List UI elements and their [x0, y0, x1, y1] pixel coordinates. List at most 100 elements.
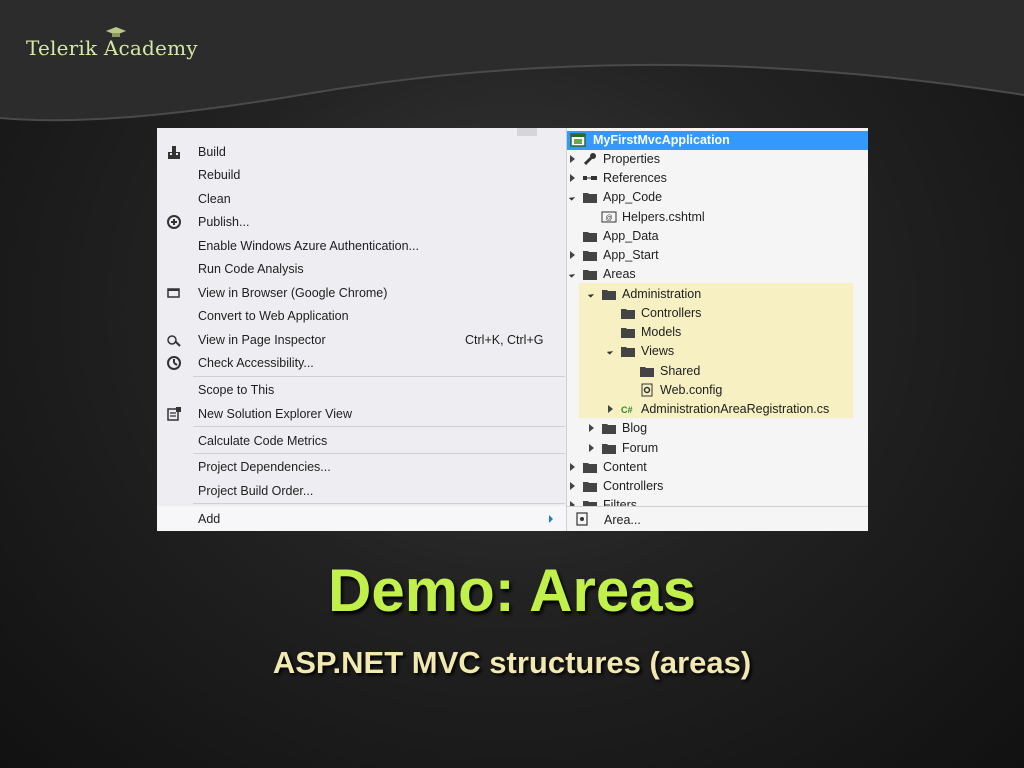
menu-item-scope-to-this[interactable]: Scope to This	[157, 379, 566, 401]
tree-node-label: Views	[641, 344, 675, 358]
add-submenu: Area...	[567, 506, 868, 531]
menu-item-label: Run Code Analysis	[198, 262, 304, 276]
menu-item-convert-web-app[interactable]: Convert to Web Application	[157, 305, 566, 327]
tree-node-label: Properties	[603, 152, 660, 166]
menu-item-project-build-order[interactable]: Project Build Order...	[157, 480, 566, 502]
folder-icon	[602, 424, 616, 434]
menu-item-shortcut: Ctrl+K, Ctrl+G	[465, 333, 544, 347]
menu-separator	[193, 426, 565, 427]
csharp-file-icon: C#	[621, 405, 633, 415]
expand-arrow-icon[interactable]	[570, 155, 575, 163]
tree-node-label: References	[603, 171, 667, 185]
page-inspector-icon	[167, 335, 181, 347]
menu-item-label: Add	[198, 512, 221, 526]
menu-item-label: Enable Windows Azure Authentication...	[198, 239, 419, 253]
expand-arrow-icon[interactable]	[589, 424, 594, 432]
menu-item-label: Calculate Code Metrics	[198, 434, 328, 448]
expand-arrow-icon[interactable]	[570, 251, 575, 259]
menu-item-rebuild[interactable]: Rebuild	[157, 164, 566, 186]
tree-node-label: Blog	[622, 421, 648, 435]
tree-node-label: App_Data	[603, 229, 659, 243]
menu-item-check-accessibility[interactable]: Check Accessibility...	[157, 352, 566, 374]
menu-item-label: View in Browser (Google Chrome)	[198, 286, 388, 300]
menu-separator	[193, 376, 565, 377]
publish-icon	[167, 215, 181, 229]
menu-item-label: Rebuild	[198, 168, 241, 182]
accessibility-icon	[167, 356, 181, 370]
tree-node-label: App_Code	[603, 190, 663, 204]
collapse-arrow-icon[interactable]	[568, 271, 576, 278]
slide-title: Demo: Areas	[328, 557, 696, 624]
menu-item-label: Convert to Web Application	[198, 309, 349, 323]
tree-node-label: Forum	[622, 441, 659, 455]
tree-node-label: Shared	[660, 364, 701, 378]
menu-top-bar	[517, 128, 537, 136]
menu-item-calculate-code-metrics[interactable]: Calculate Code Metrics	[157, 430, 566, 452]
context-menu: Build Rebuild Clean Publish... Enable Wi…	[157, 128, 567, 531]
tree-node-label: AdministrationAreaRegistration.cs	[641, 402, 830, 416]
menu-item-view-in-page-inspector[interactable]: View in Page Inspector Ctrl+K, Ctrl+G	[157, 329, 566, 351]
tree-node-label: Controllers	[641, 306, 702, 320]
tree-node-label: MyFirstMvcApplication	[593, 133, 730, 147]
folder-open-icon	[621, 347, 635, 357]
menu-item-label: Project Dependencies...	[198, 460, 331, 474]
folder-icon	[583, 482, 597, 492]
menu-separator	[193, 503, 565, 504]
config-file-icon	[641, 383, 653, 397]
expand-arrow-icon[interactable]	[589, 444, 594, 452]
references-icon	[583, 176, 597, 180]
slide-subtitle: ASP.NET MVC structures (areas)	[272, 645, 752, 680]
tree-node-label: Helpers.cshtml	[622, 210, 705, 224]
tree-node-label: Areas	[603, 267, 636, 281]
folder-icon	[621, 309, 635, 319]
menu-item-new-solution-explorer-view[interactable]: New Solution Explorer View	[157, 403, 566, 425]
expand-arrow-icon[interactable]	[608, 405, 613, 413]
menu-item-label: Check Accessibility...	[198, 356, 314, 370]
tree-node-label: Web.config	[660, 383, 723, 397]
razor-file-icon: @	[601, 211, 617, 223]
folder-open-icon	[583, 193, 597, 203]
browser-icon	[167, 288, 180, 298]
folder-open-icon	[583, 270, 597, 280]
folder-icon	[583, 232, 597, 242]
wrench-icon	[583, 153, 596, 166]
folder-icon	[640, 367, 654, 377]
menu-item-label: Clean	[198, 192, 231, 206]
menu-item-view-in-browser[interactable]: View in Browser (Google Chrome)	[157, 282, 566, 304]
tree-root-project[interactable]: MyFirstMvcApplication	[567, 131, 868, 150]
tree-node-label: App_Start	[603, 248, 659, 262]
telerik-academy-logo: Telerik Academy	[26, 27, 198, 60]
menu-item-run-code-analysis[interactable]: Run Code Analysis	[157, 258, 566, 280]
web-project-icon	[570, 133, 586, 147]
ide-screenshot: Build Rebuild Clean Publish... Enable Wi…	[157, 128, 868, 531]
menu-separator	[193, 453, 565, 454]
menu-item-clean[interactable]: Clean	[157, 188, 566, 210]
menu-item-publish[interactable]: Publish...	[157, 211, 566, 233]
menu-item-build[interactable]: Build	[157, 141, 566, 163]
tree-node-label: Models	[641, 325, 682, 339]
menu-item-label: Scope to This	[198, 383, 275, 397]
logo-text: Telerik Academy	[26, 36, 198, 60]
expand-arrow-icon[interactable]	[570, 482, 575, 490]
menu-item-label: Publish...	[198, 215, 250, 229]
menu-item-enable-azure-auth[interactable]: Enable Windows Azure Authentication...	[157, 235, 566, 257]
menu-item-label: New Solution Explorer View	[198, 407, 353, 421]
menu-item-add[interactable]: Add	[157, 506, 566, 531]
menu-item-project-dependencies[interactable]: Project Dependencies...	[157, 456, 566, 478]
submenu-item-area[interactable]: Area...	[604, 513, 641, 527]
tree-node-label: Controllers	[603, 479, 664, 493]
svg-text:C#: C#	[621, 405, 633, 415]
tree-node-label: Content	[603, 460, 647, 474]
menu-item-label: View in Page Inspector	[198, 333, 326, 347]
folder-open-icon	[602, 290, 616, 300]
expand-arrow-icon[interactable]	[570, 463, 575, 471]
expand-arrow-icon[interactable]	[570, 174, 575, 182]
build-icon	[168, 146, 180, 159]
folder-icon	[583, 251, 597, 261]
menu-item-label: Project Build Order...	[198, 484, 314, 498]
menu-item-label: Build	[198, 145, 226, 159]
header-swoosh	[0, 0, 1024, 122]
svg-text:@: @	[605, 215, 612, 222]
new-view-icon	[167, 407, 181, 421]
collapse-arrow-icon[interactable]	[568, 194, 576, 201]
